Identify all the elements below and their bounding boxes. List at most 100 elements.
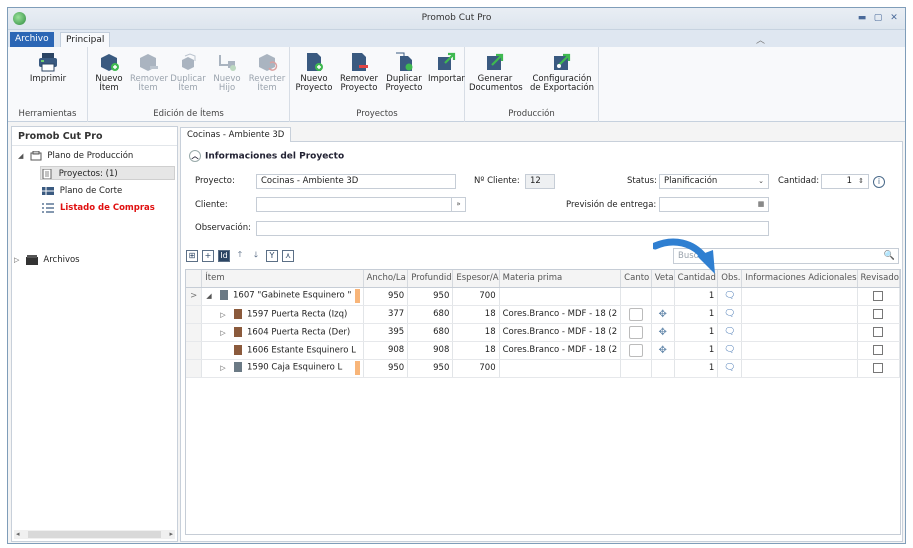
row-expander-icon[interactable]: ◢ bbox=[206, 292, 215, 300]
cell-ancho[interactable]: 950 bbox=[363, 359, 409, 378]
cell-materia-prima[interactable]: Cores.Branco - MDF - 18 (2 bbox=[499, 323, 622, 342]
tree-item-plano-produccion[interactable]: ◢ Plano de Producción bbox=[18, 149, 133, 163]
tab-archivo[interactable]: Archivo bbox=[10, 32, 54, 47]
cell-obs[interactable]: 🗨 bbox=[717, 359, 743, 378]
edge-banding-icon[interactable] bbox=[628, 307, 643, 321]
cell-cantidad[interactable]: 1 bbox=[674, 341, 719, 360]
cell-obs[interactable]: 🗨 bbox=[717, 305, 743, 324]
cell-item[interactable]: ▷ 1590 Caja Esquinero L bbox=[201, 359, 364, 378]
cell-canto[interactable] bbox=[620, 287, 652, 306]
cell-revisado[interactable] bbox=[857, 323, 901, 342]
cell-espesor[interactable]: 18 bbox=[452, 341, 500, 360]
cell-materia-prima[interactable] bbox=[499, 287, 622, 306]
scroll-thumb[interactable] bbox=[28, 531, 161, 538]
comment-icon[interactable]: 🗨 bbox=[724, 291, 735, 301]
new-project-button[interactable]: Nuevo Proyecto bbox=[294, 51, 334, 93]
table-row[interactable]: > ◢ 1607 "Gabinete Esquinero " 950 950 700 1 🗨 bbox=[186, 287, 901, 306]
cell-canto[interactable] bbox=[620, 341, 652, 360]
minimize-icon[interactable]: ▬ bbox=[855, 12, 869, 24]
col-header-item[interactable]: Ítem bbox=[201, 270, 364, 288]
cell-ancho[interactable]: 950 bbox=[363, 287, 409, 306]
cell-espesor[interactable]: 18 bbox=[452, 323, 500, 342]
move-down-icon[interactable]: 🡓 bbox=[250, 250, 262, 262]
comment-icon[interactable]: 🗨 bbox=[724, 363, 735, 373]
cell-espesor[interactable]: 700 bbox=[452, 359, 500, 378]
cell-item[interactable]: ▷ 1604 Puerta Recta (Der) bbox=[201, 323, 364, 342]
cell-ancho[interactable]: 395 bbox=[363, 323, 409, 342]
cell-espesor[interactable]: 700 bbox=[452, 287, 500, 306]
cell-profundidad[interactable]: 950 bbox=[407, 359, 454, 378]
generate-documents-button[interactable]: Generar Documentos bbox=[469, 51, 523, 93]
remove-project-button[interactable]: Remover Proyecto bbox=[338, 51, 380, 93]
cell-ancho[interactable]: 377 bbox=[363, 305, 409, 324]
cell-veta[interactable] bbox=[651, 287, 675, 306]
duplicate-project-button[interactable]: Duplicar Proyecto bbox=[384, 51, 424, 93]
cell-canto[interactable] bbox=[620, 359, 652, 378]
double-chevron-down-icon[interactable]: » bbox=[451, 198, 465, 211]
cell-canto[interactable] bbox=[620, 323, 652, 342]
cell-revisado[interactable] bbox=[857, 359, 901, 378]
cell-espesor[interactable]: 18 bbox=[452, 305, 500, 324]
filter-icon[interactable]: Y bbox=[266, 250, 278, 262]
cell-cantidad[interactable]: 1 bbox=[674, 323, 719, 342]
col-header-espesor[interactable]: Espesor/A bbox=[452, 270, 500, 288]
row-indicator[interactable]: > bbox=[186, 287, 203, 306]
row-expander-icon[interactable]: ▷ bbox=[220, 311, 229, 319]
revert-item-button[interactable]: Reverter Ítem bbox=[248, 51, 286, 93]
comment-icon[interactable]: 🗨 bbox=[724, 309, 735, 319]
close-icon[interactable]: ✕ bbox=[887, 12, 901, 24]
print-button[interactable]: Imprimir bbox=[28, 51, 68, 84]
cell-veta[interactable]: ✥ bbox=[651, 305, 675, 324]
edge-banding-icon[interactable] bbox=[628, 343, 643, 357]
hierarchy-icon[interactable]: ⋏ bbox=[282, 250, 294, 262]
horizontal-scrollbar[interactable]: ◂ ▸ bbox=[14, 530, 175, 539]
col-header-revisado[interactable]: Revisado bbox=[857, 270, 901, 288]
expand-all-icon[interactable]: ⊞ bbox=[186, 250, 198, 262]
cell-item[interactable]: ◢ 1607 "Gabinete Esquinero " bbox=[201, 287, 364, 306]
cell-info-adicionales[interactable] bbox=[741, 359, 858, 378]
cell-cantidad[interactable]: 1 bbox=[674, 359, 719, 378]
tree-item-plano-corte[interactable]: Plano de Corte bbox=[42, 184, 122, 198]
row-indicator[interactable] bbox=[186, 323, 203, 342]
table-row[interactable]: ▷ 1590 Caja Esquinero L 950 950 700 1 🗨 bbox=[186, 359, 901, 378]
collapsed-arrow-icon[interactable]: ▷ bbox=[14, 253, 23, 267]
col-header-info-adicionales[interactable]: Informaciones Adicionales bbox=[741, 270, 858, 288]
tab-principal[interactable]: Principal bbox=[60, 32, 111, 47]
cell-veta[interactable]: ✥ bbox=[651, 323, 675, 342]
cell-materia-prima[interactable]: Cores.Branco - MDF - 18 (2 bbox=[499, 341, 622, 360]
scroll-left-icon[interactable]: ◂ bbox=[16, 530, 20, 538]
scroll-right-icon[interactable]: ▸ bbox=[169, 530, 173, 538]
new-child-button[interactable]: Nuevo Hijo bbox=[210, 51, 244, 93]
expanded-arrow-icon[interactable]: ◢ bbox=[18, 149, 27, 163]
ribbon-collapse-icon[interactable]: ︿ bbox=[756, 33, 765, 46]
cell-profundidad[interactable]: 680 bbox=[407, 323, 454, 342]
cell-revisado[interactable] bbox=[857, 305, 901, 324]
row-indicator[interactable] bbox=[186, 359, 203, 378]
revisado-checkbox[interactable] bbox=[873, 326, 884, 337]
table-row[interactable]: 1606 Estante Esquinero L 908 908 18 Cores.Br… bbox=[186, 341, 901, 360]
tree-item-proyectos[interactable]: Proyectos: (1) bbox=[40, 166, 175, 180]
cell-cantidad[interactable]: 1 bbox=[674, 305, 719, 324]
cell-canto[interactable] bbox=[620, 305, 652, 324]
cell-cantidad[interactable]: 1 bbox=[674, 287, 719, 306]
status-select[interactable]: Planificación ⌄ bbox=[659, 174, 769, 189]
cell-ancho[interactable]: 908 bbox=[363, 341, 409, 360]
col-header-canto[interactable]: Canto bbox=[620, 270, 652, 288]
id-icon[interactable]: Id bbox=[218, 250, 230, 262]
cell-materia-prima[interactable]: Cores.Branco - MDF - 18 (2 bbox=[499, 305, 622, 324]
table-row[interactable]: ▷ 1604 Puerta Recta (Der) 395 680 18 Cores.B… bbox=[186, 323, 901, 342]
grain-direction-icon[interactable]: ✥ bbox=[658, 309, 666, 320]
tree-item-listado-compras[interactable]: Listado de Compras bbox=[42, 201, 155, 215]
edge-banding-icon[interactable] bbox=[628, 325, 643, 339]
project-info-header[interactable]: ︿ Informaciones del Proyecto bbox=[189, 150, 344, 162]
col-header-ancho[interactable]: Ancho/La bbox=[363, 270, 409, 288]
calendar-icon[interactable]: ▦ bbox=[754, 198, 768, 211]
cell-profundidad[interactable]: 908 bbox=[407, 341, 454, 360]
row-indicator[interactable] bbox=[186, 305, 203, 324]
maximize-icon[interactable]: ▢ bbox=[871, 12, 885, 24]
chevron-down-icon[interactable]: ⌄ bbox=[754, 175, 768, 188]
cell-item[interactable]: ▷ 1597 Puerta Recta (Izq) bbox=[201, 305, 364, 324]
move-up-icon[interactable]: 🡑 bbox=[234, 250, 246, 262]
col-header-profundidad[interactable]: Profundid bbox=[407, 270, 454, 288]
row-indicator[interactable] bbox=[186, 341, 203, 360]
